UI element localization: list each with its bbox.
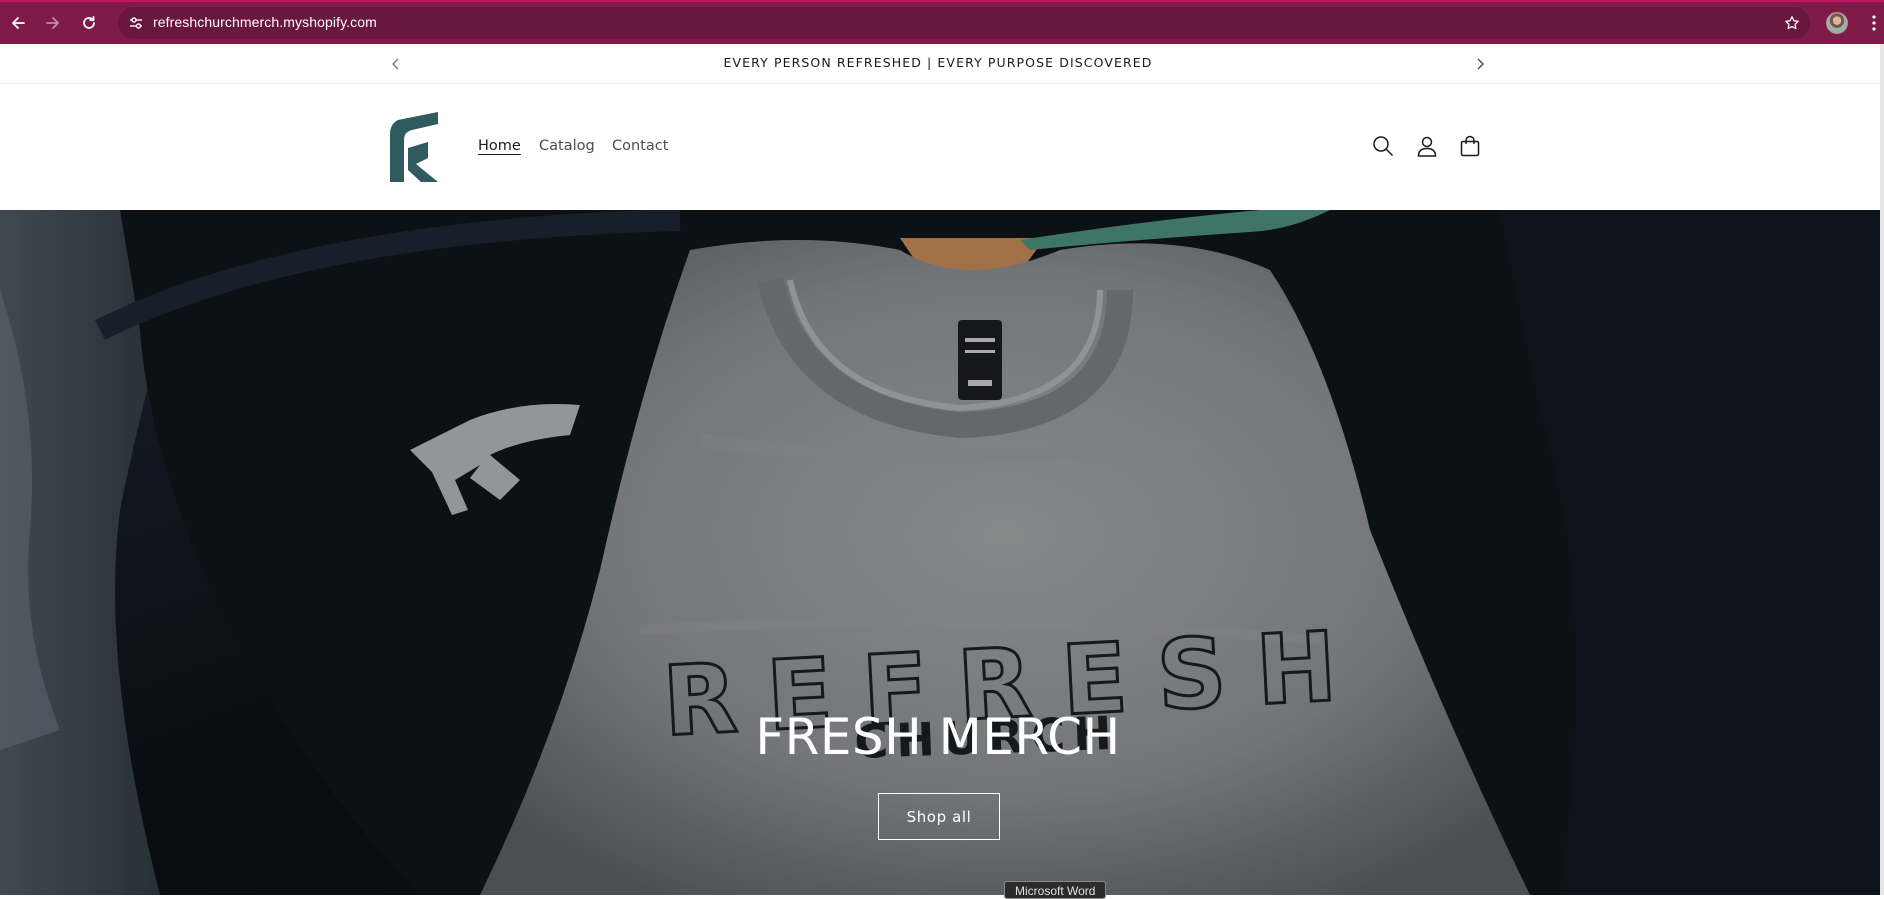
announcement-text: EVERY PERSON REFRESHED | EVERY PURPOSE D… — [723, 55, 1153, 70]
bookmark-star-icon[interactable] — [1782, 13, 1802, 33]
nav-home-link[interactable]: Home — [478, 138, 521, 154]
announcement-bar: EVERY PERSON REFRESHED | EVERY PURPOSE D… — [0, 44, 1884, 84]
reload-icon[interactable] — [76, 10, 102, 36]
browser-toolbar: refreshchurchmerch.myshopify.com — [0, 0, 1884, 44]
nav-contact-link[interactable]: Contact — [612, 138, 668, 154]
back-arrow-icon[interactable] — [5, 10, 31, 36]
account-icon[interactable] — [1413, 132, 1441, 160]
cart-icon[interactable] — [1456, 132, 1484, 160]
hero-banner: REFRESH CHURCH FRESH MERCH Shop all — [0, 210, 1880, 895]
site-settings-icon[interactable] — [126, 13, 146, 33]
forward-arrow-icon[interactable] — [40, 10, 66, 36]
scrollbar-track[interactable] — [1880, 44, 1884, 895]
more-menu-icon[interactable] — [1868, 12, 1880, 34]
search-icon[interactable] — [1369, 132, 1397, 160]
site-header: Home Catalog Contact — [0, 84, 1884, 210]
store-logo[interactable] — [388, 112, 440, 182]
announcement-next-icon[interactable] — [1472, 56, 1488, 72]
hero-heading: FRESH MERCH — [755, 708, 1121, 766]
shop-all-button[interactable]: Shop all — [878, 793, 1000, 840]
nav-catalog-link[interactable]: Catalog — [539, 138, 595, 154]
address-bar[interactable]: refreshchurchmerch.myshopify.com — [118, 7, 1810, 39]
url-text[interactable]: refreshchurchmerch.myshopify.com — [153, 14, 377, 30]
profile-avatar[interactable] — [1826, 12, 1848, 34]
taskbar-tooltip: Microsoft Word — [1004, 881, 1107, 899]
